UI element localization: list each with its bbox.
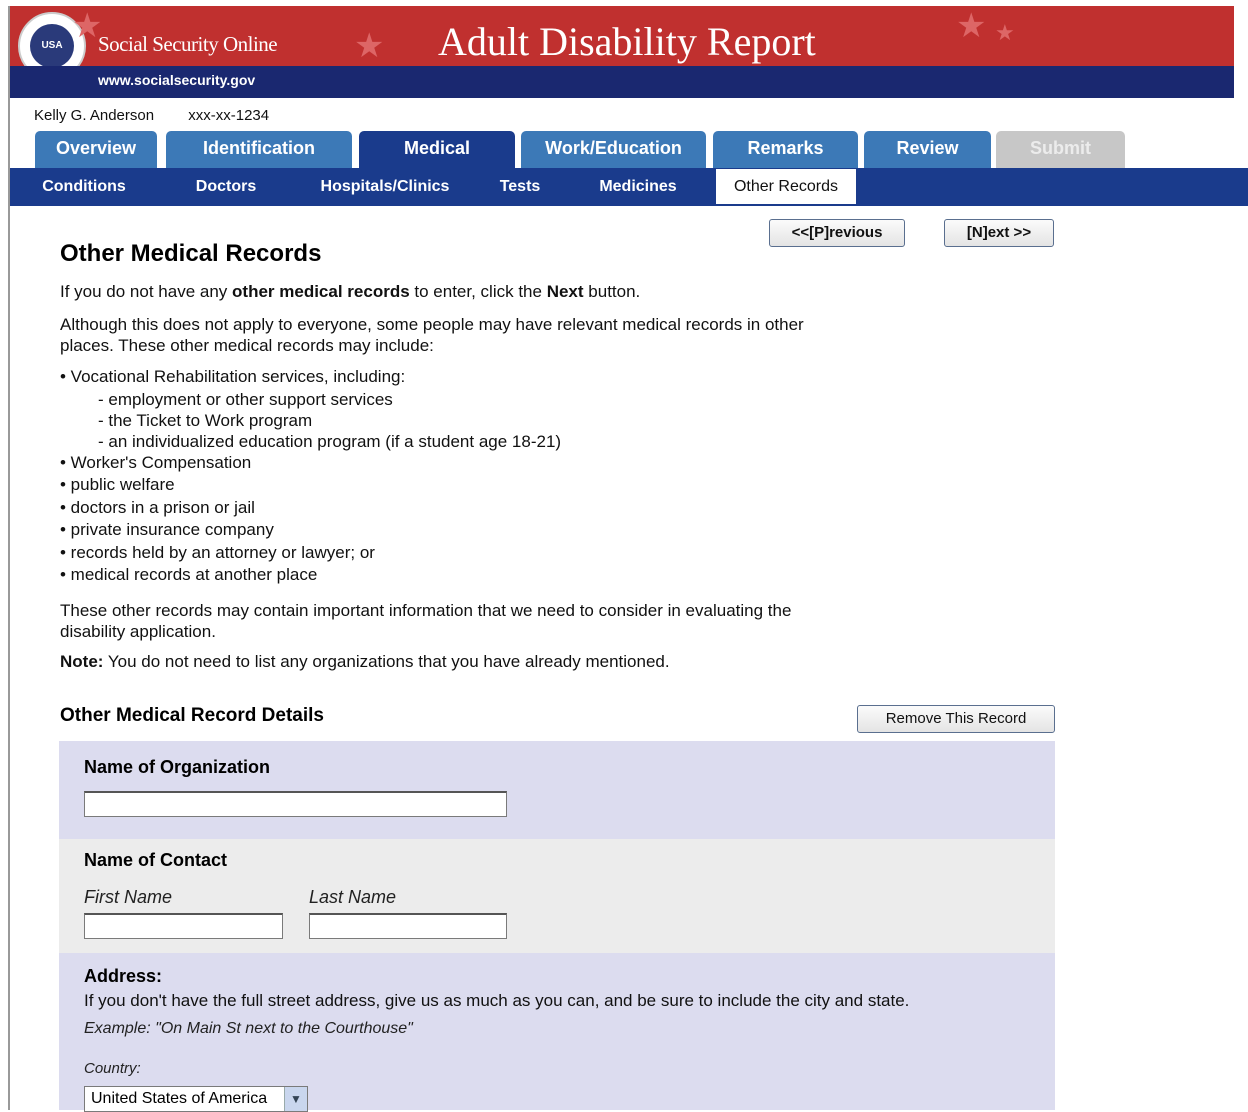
report-title: Adult Disability Report — [438, 19, 816, 64]
chevron-down-icon[interactable]: ▼ — [284, 1087, 307, 1111]
tab-review[interactable]: Review — [864, 131, 991, 168]
list-item: • medical records at another place — [60, 565, 318, 584]
organization-label: Name of Organization — [84, 757, 271, 777]
records-list: • Vocational Rehabilitation services, in… — [60, 366, 561, 587]
details-section-title: Other Medical Record Details — [60, 705, 324, 726]
first-name-input[interactable] — [84, 913, 283, 939]
country-selected-value: United States of America — [91, 1090, 268, 1107]
intro-text-bold: other medical records — [232, 282, 410, 301]
subtab-medicines[interactable]: Medicines — [585, 168, 691, 206]
previous-button[interactable]: <<[P]revious — [769, 219, 905, 247]
next-button[interactable]: [N]ext >> — [944, 219, 1054, 247]
note-label: Note: — [60, 652, 104, 671]
user-ssn: xxx-xx-1234 — [188, 107, 270, 124]
note-text: Note: You do not need to list any organi… — [60, 651, 880, 672]
address-help-text: If you don't have the full street addres… — [84, 991, 910, 1010]
sub-list: - employment or other support services -… — [60, 389, 561, 452]
organization-panel: Name of Organization — [59, 741, 1055, 839]
tab-medical[interactable]: Medical — [359, 131, 515, 168]
intro-text-1: If you do not have any — [60, 282, 228, 301]
records-importance-paragraph: These other records may contain importan… — [60, 601, 792, 641]
user-info: Kelly G. Anderson xxx-xx-1234 — [34, 107, 269, 124]
subtab-tests[interactable]: Tests — [490, 168, 550, 206]
last-name-input[interactable] — [309, 913, 507, 939]
sub-tabs: Conditions Doctors Hospitals/Clinics Tes… — [10, 168, 1248, 206]
star-icon: ★ — [956, 7, 987, 45]
tab-remarks[interactable]: Remarks — [713, 131, 858, 168]
subtab-hospitals-clinics[interactable]: Hospitals/Clinics — [310, 168, 460, 206]
intro-text-2: to enter, click the — [414, 282, 542, 301]
star-icon: ★ — [995, 20, 1015, 45]
intro-text: If you do not have any other medical rec… — [60, 281, 880, 302]
sub-list-item: - the Ticket to Work program — [98, 410, 313, 430]
intro-text-3: button. — [588, 282, 641, 301]
note-body: You do not need to list any organization… — [107, 652, 670, 671]
subtab-other-records[interactable]: Other Records — [716, 169, 856, 204]
site-name[interactable]: Social Security Online — [98, 32, 278, 57]
list-item: • private insurance company — [60, 520, 274, 539]
contact-panel: Name of Contact First Name Last Name — [59, 839, 1055, 953]
sub-list-item: - an individualized education program (i… — [98, 431, 562, 451]
list-item-sublist-container: - employment or other support services -… — [60, 389, 561, 452]
tab-work-education[interactable]: Work/Education — [521, 131, 706, 168]
tab-overview[interactable]: Overview — [35, 131, 157, 168]
organization-name-input[interactable] — [84, 791, 507, 817]
first-name-label: First Name — [84, 887, 173, 907]
country-label: Country: — [84, 1060, 141, 1077]
page-title: Other Medical Records — [60, 240, 322, 267]
header-banner: USA ★ ★ ★ ★ Social Security Online Adult… — [10, 6, 1234, 66]
records-paragraph: Although this does not apply to everyone… — [60, 315, 804, 355]
user-name: Kelly G. Anderson — [34, 107, 155, 124]
site-url-link[interactable]: www.socialsecurity.gov — [98, 72, 255, 88]
country-select[interactable]: United States of America ▼ — [84, 1086, 308, 1112]
list-item: • public welfare — [60, 475, 175, 494]
list-item: • Worker's Compensation — [60, 452, 252, 472]
address-panel: Address: If you don't have the full stre… — [59, 953, 1055, 1112]
list-item: • records held by an attorney or lawyer;… — [60, 542, 375, 562]
list-item: • doctors in a prison or jail — [60, 497, 255, 517]
list-item: • Vocational Rehabilitation services, in… — [60, 367, 406, 386]
subtab-doctors[interactable]: Doctors — [180, 168, 272, 206]
contact-label: Name of Contact — [84, 850, 228, 870]
intro-text-next: Next — [546, 282, 584, 301]
tab-submit: Submit — [996, 131, 1125, 168]
url-bar: www.socialsecurity.gov — [10, 66, 1234, 98]
star-icon: ★ — [354, 27, 385, 65]
last-name-label: Last Name — [309, 887, 397, 907]
address-label: Address: — [84, 966, 163, 986]
remove-record-button[interactable]: Remove This Record — [857, 705, 1055, 733]
address-example-text: Example: "On Main St next to the Courtho… — [84, 1020, 413, 1037]
sub-list-item: - employment or other support services — [98, 389, 393, 409]
ssa-seal-icon: USA — [30, 24, 74, 66]
tab-identification[interactable]: Identification — [166, 131, 352, 168]
subtab-conditions[interactable]: Conditions — [30, 168, 138, 206]
